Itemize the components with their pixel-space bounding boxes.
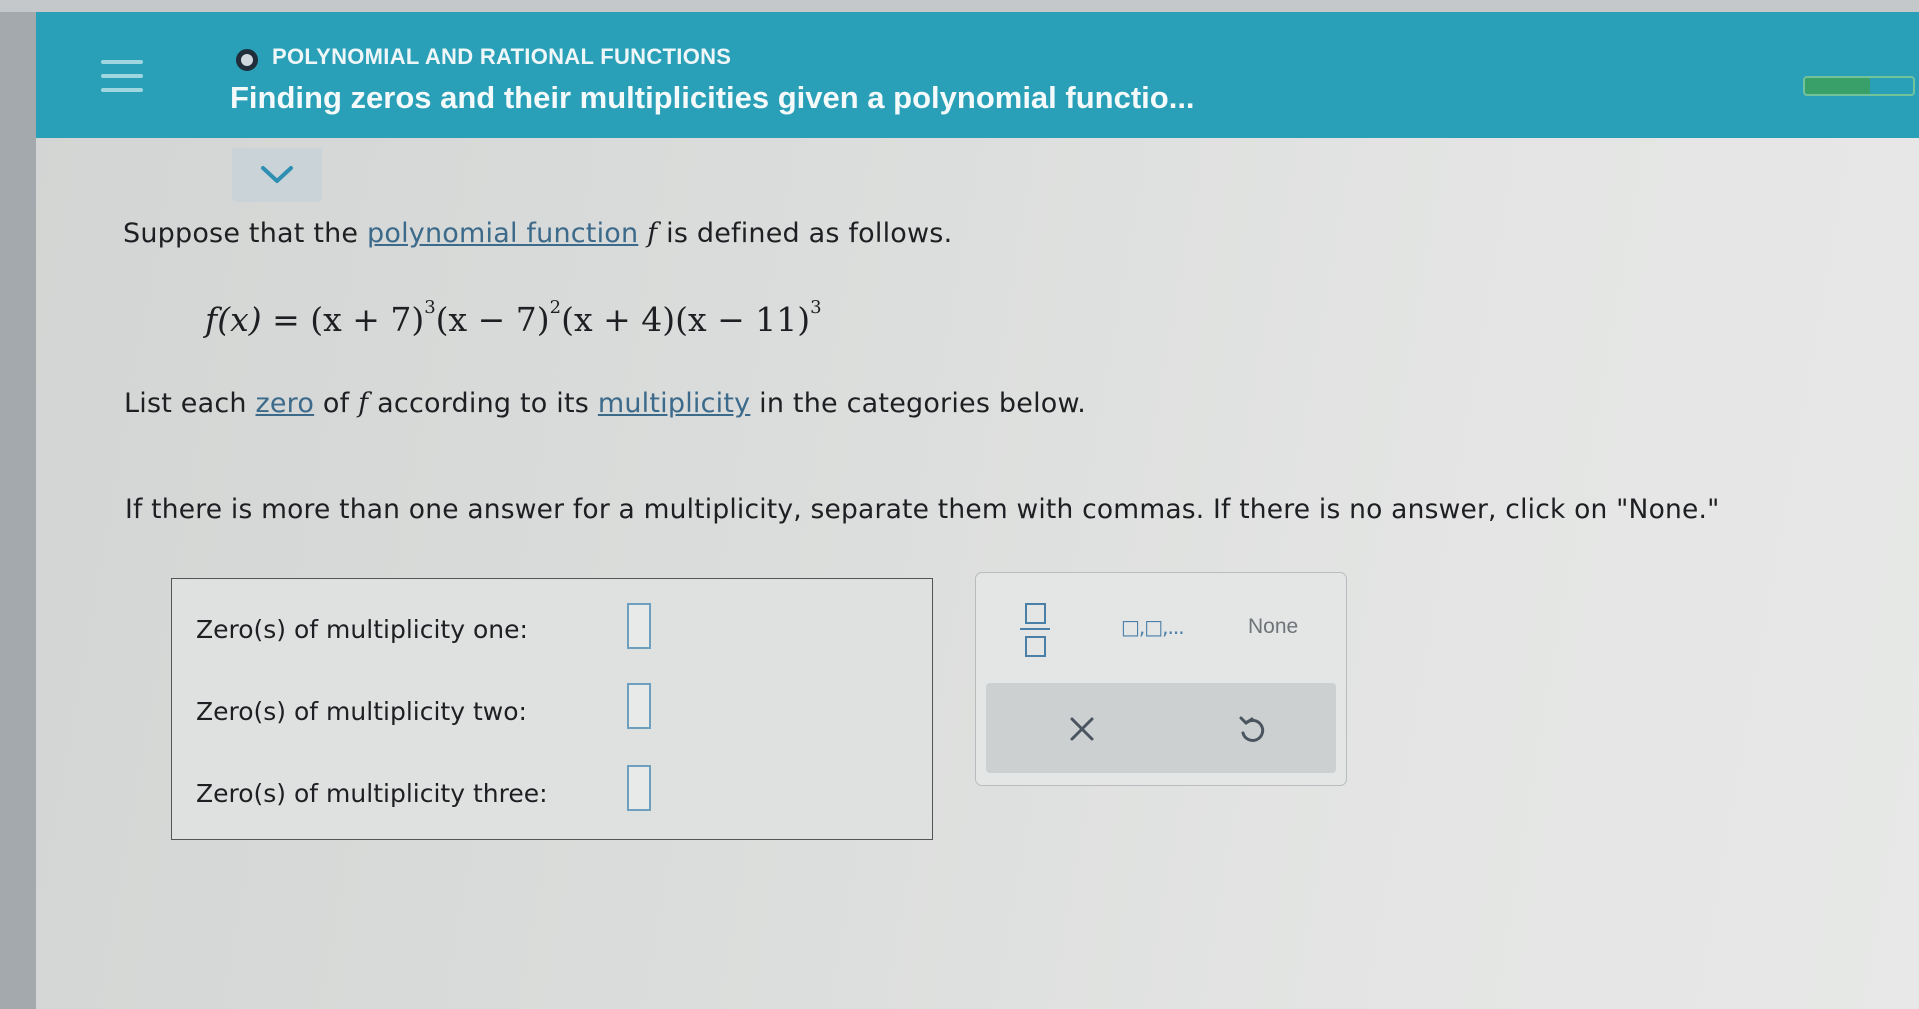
prompt-text: List each [124,388,247,419]
chevron-down-icon [261,166,293,183]
function-variable: f [647,218,658,249]
status-dot-icon [236,49,258,71]
formula-exponent: 3 [810,297,822,318]
fraction-icon[interactable] [1020,599,1050,659]
prompt-line-2: List each zero of f according to its mul… [124,388,1086,419]
formula-factor: (x − 7) [435,300,550,339]
multiplicity-two-input[interactable] [627,683,651,729]
multiplicity-one-input[interactable] [627,603,651,649]
undo-icon[interactable] [1234,711,1270,747]
prompt-text: is defined as follows. [666,218,953,249]
math-keypad: □,□,... None [975,572,1347,786]
formula-factor: (x + 7) [310,300,425,339]
answer-box: Zero(s) of multiplicity one: Zero(s) of … [171,578,933,840]
collapse-toggle[interactable] [232,148,322,202]
multiplicity-three-label: Zero(s) of multiplicity three: [196,779,548,808]
formula-factor: (x + 4) [561,300,676,339]
screen-top-edge [0,0,1919,12]
zero-link[interactable]: zero [256,388,315,419]
formula-exponent: 3 [424,297,436,318]
prompt-text: Suppose that the [123,218,359,249]
multiplicity-three-input[interactable] [627,765,651,811]
page-title: Finding zeros and their multiplicities g… [230,80,1195,115]
list-button[interactable]: □,□,... [1121,615,1185,639]
keypad-action-row [986,683,1336,773]
formula-factor: (x − 11) [675,300,811,339]
polynomial-formula: f(x) = (x + 7)3(x − 7)2(x + 4)(x − 11)3 [205,297,822,339]
multiplicity-two-label: Zero(s) of multiplicity two: [196,697,527,726]
function-variable: f [358,388,369,419]
header-bar: POLYNOMIAL AND RATIONAL FUNCTIONS Findin… [36,12,1919,138]
polynomial-function-link[interactable]: polynomial function [367,218,638,249]
close-icon[interactable] [1064,711,1100,747]
topic-label: POLYNOMIAL AND RATIONAL FUNCTIONS [272,44,732,69]
multiplicity-one-label: Zero(s) of multiplicity one: [196,615,528,644]
prompt-text: in the categories below. [759,388,1087,419]
instruction-text: If there is more than one answer for a m… [125,494,1720,525]
none-button[interactable]: None [1248,615,1298,639]
progress-bar [1803,76,1915,96]
multiplicity-link[interactable]: multiplicity [598,388,750,419]
screen-left-edge [0,12,36,1009]
menu-icon[interactable] [101,60,143,100]
prompt-text: of [322,388,350,419]
progress-fill [1805,78,1870,94]
prompt-line-1: Suppose that the polynomial function f i… [123,218,952,249]
formula-exponent: 2 [549,297,562,318]
formula-lhs: f(x) = [205,300,311,339]
prompt-text: according to its [377,388,590,419]
